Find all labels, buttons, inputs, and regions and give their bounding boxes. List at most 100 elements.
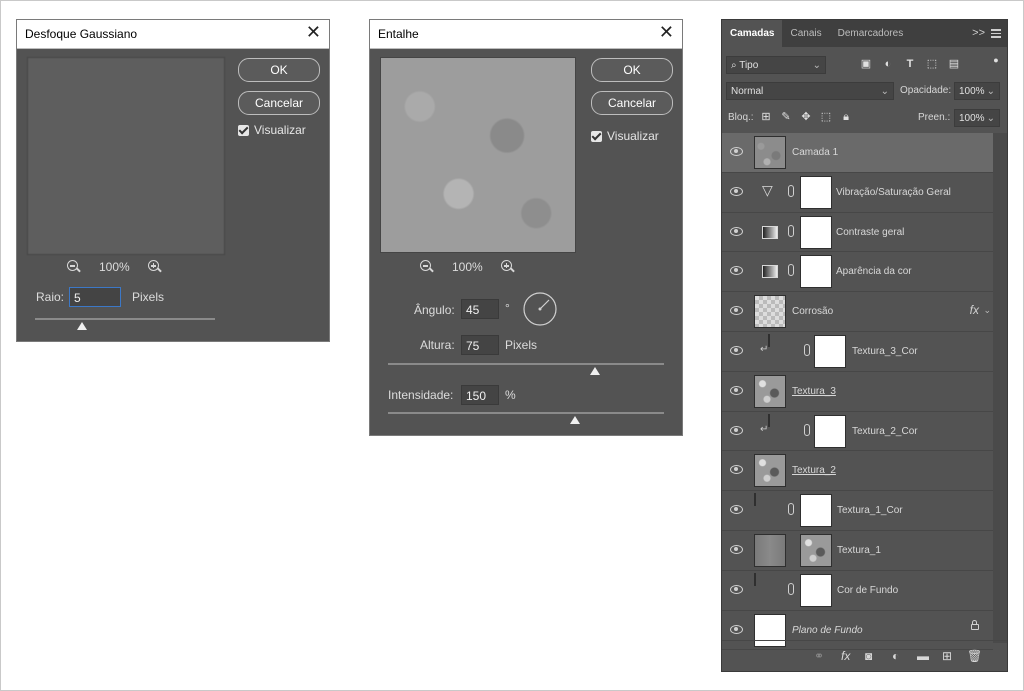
shape-filter-icon[interactable]: ⬚ [926, 58, 938, 70]
checkbox-check-icon[interactable] [591, 130, 602, 142]
filter-toggle-icon[interactable]: ● [990, 54, 1002, 66]
filter-preview[interactable] [27, 57, 225, 255]
lock-image-icon[interactable]: ✎ [780, 111, 792, 123]
add-style-icon[interactable]: fx [841, 649, 850, 663]
visibility-eye-icon[interactable] [730, 584, 743, 594]
layer-row[interactable]: Aparência da cor [722, 252, 993, 293]
preview-checkbox[interactable]: Visualizar [591, 129, 659, 143]
close-icon[interactable]: ✕ [306, 22, 321, 43]
zoom-in-icon[interactable] [147, 260, 162, 274]
radius-input[interactable]: 5 [69, 287, 121, 307]
expand-icon[interactable]: >> [972, 27, 985, 39]
ok-button[interactable]: OK [591, 58, 673, 82]
height-input[interactable]: 75 [461, 335, 499, 355]
layer-row[interactable]: ↵ Textura_2_Cor [722, 411, 993, 452]
layer-row[interactable]: Corrosão fx ⌄ [722, 292, 993, 332]
chevron-down-icon: ⌄ [812, 60, 821, 71]
lock-icon [971, 619, 979, 630]
pixel-filter-icon[interactable]: ▣ [860, 58, 872, 70]
layer-row[interactable]: Contraste geral [722, 212, 993, 253]
tab-paths[interactable]: Demarcadores [830, 20, 912, 47]
visibility-eye-icon[interactable] [730, 306, 743, 316]
new-layer-icon[interactable]: ⊞ [942, 649, 952, 663]
layer-name: Textura_2_Cor [852, 425, 918, 437]
layer-filter-row: ⌕ Tipo ⌄ ▣ ◐ T ⬚ ▤ ● [726, 54, 1003, 76]
layer-row[interactable]: Textura_1 [722, 530, 993, 571]
filter-kind-select[interactable]: ⌕ Tipo ⌄ [726, 56, 826, 74]
visibility-eye-icon[interactable] [730, 505, 743, 515]
link-chain-icon [788, 184, 794, 197]
height-slider-track[interactable] [388, 363, 664, 365]
link-layers-icon[interactable]: ⚭ [814, 649, 824, 663]
add-mask-icon[interactable]: ◙ [865, 649, 872, 663]
visibility-eye-icon[interactable] [730, 345, 743, 355]
layer-row[interactable]: Textura_2 [722, 451, 993, 492]
zoom-out-icon[interactable] [67, 260, 81, 274]
angle-input[interactable]: 45 [461, 299, 499, 319]
dialog-title: Entalhe [378, 27, 419, 41]
filter-kind-value: Tipo [739, 60, 759, 71]
layer-row[interactable]: Textura_3 [722, 371, 993, 412]
visibility-eye-icon[interactable] [730, 147, 743, 156]
layer-effects-icon[interactable]: fx [970, 303, 979, 317]
blend-mode-select[interactable]: Normal ⌄ [726, 82, 894, 100]
zoom-out-icon[interactable] [420, 260, 434, 274]
cancel-button[interactable]: Cancelar [591, 91, 673, 115]
layer-row[interactable]: ↵ Textura_3_Cor [722, 331, 993, 372]
amount-input[interactable]: 150 [461, 385, 499, 405]
visibility-eye-icon[interactable] [730, 465, 743, 475]
fill-color-thumbnail [768, 333, 770, 347]
height-slider-thumb[interactable] [590, 367, 600, 375]
layer-row[interactable]: Cor de Fundo [722, 570, 993, 611]
radius-unit: Pixels [132, 290, 165, 304]
preview-checkbox[interactable]: Visualizar [238, 123, 306, 137]
new-adjustment-icon[interactable]: ◐ [892, 649, 899, 663]
visibility-eye-icon[interactable] [730, 266, 743, 276]
lock-transparent-icon[interactable]: ⊞ [760, 111, 772, 123]
zoom-in-icon[interactable] [500, 260, 515, 274]
dialog-title: Desfoque Gaussiano [25, 27, 138, 41]
cancel-button[interactable]: Cancelar [238, 91, 320, 115]
layers-footer: ⚭ fx ◙ ◐ ▬ ⊞ 🗑︎ [722, 640, 1007, 671]
type-filter-icon[interactable]: T [904, 58, 916, 70]
filter-preview[interactable] [380, 57, 576, 253]
visibility-eye-icon[interactable] [730, 544, 743, 554]
fill-input[interactable]: 100% ⌄ [954, 109, 1000, 127]
radius-slider-thumb[interactable] [77, 322, 87, 330]
checkbox-check-icon[interactable] [238, 124, 249, 136]
new-group-icon[interactable]: ▬ [917, 649, 929, 663]
layer-row[interactable]: Textura_1_Cor [722, 491, 993, 531]
opacity-input[interactable]: 100% ⌄ [954, 82, 1000, 100]
radius-slider-track[interactable] [35, 318, 215, 320]
adjustment-filter-icon[interactable]: ◐ [882, 58, 894, 70]
trash-icon[interactable]: 🗑︎ [967, 649, 982, 663]
visibility-eye-icon[interactable] [730, 226, 743, 236]
smartobject-filter-icon[interactable]: ▤ [948, 58, 960, 70]
link-chain-icon [788, 503, 794, 516]
tab-layers[interactable]: Camadas [722, 20, 783, 47]
layer-name: Textura_1 [837, 544, 881, 556]
close-icon[interactable]: ✕ [659, 22, 674, 43]
link-chain-icon [788, 224, 794, 237]
ok-button[interactable]: OK [238, 58, 320, 82]
layers-scrollbar[interactable] [993, 133, 1007, 643]
amount-slider-track[interactable] [388, 412, 664, 414]
visibility-eye-icon[interactable] [730, 624, 743, 634]
chevron-down-icon[interactable]: ⌄ [983, 305, 991, 316]
fill-color-thumbnail [754, 493, 756, 507]
link-chain-icon [788, 582, 794, 595]
layer-row[interactable]: ▽ Vibração/Saturação Geral [722, 172, 993, 213]
visibility-eye-icon[interactable] [730, 385, 743, 395]
amount-slider-thumb[interactable] [570, 416, 580, 424]
angle-dial[interactable] [522, 291, 558, 327]
lock-artboard-icon[interactable]: ⬚ [820, 111, 832, 123]
panel-menu-icon[interactable] [991, 27, 1001, 40]
panel-tabs: Camadas Canais Demarcadores >> [722, 20, 1007, 47]
lock-all-icon[interactable]: 🔒︎ [840, 111, 852, 123]
lock-position-icon[interactable]: ✥ [800, 111, 812, 123]
layer-row[interactable]: Camada 1 [722, 133, 993, 173]
visibility-eye-icon[interactable] [730, 186, 743, 196]
dialog-titlebar: Entalhe ✕ [370, 20, 682, 49]
visibility-eye-icon[interactable] [730, 425, 743, 435]
tab-channels[interactable]: Canais [782, 20, 829, 47]
